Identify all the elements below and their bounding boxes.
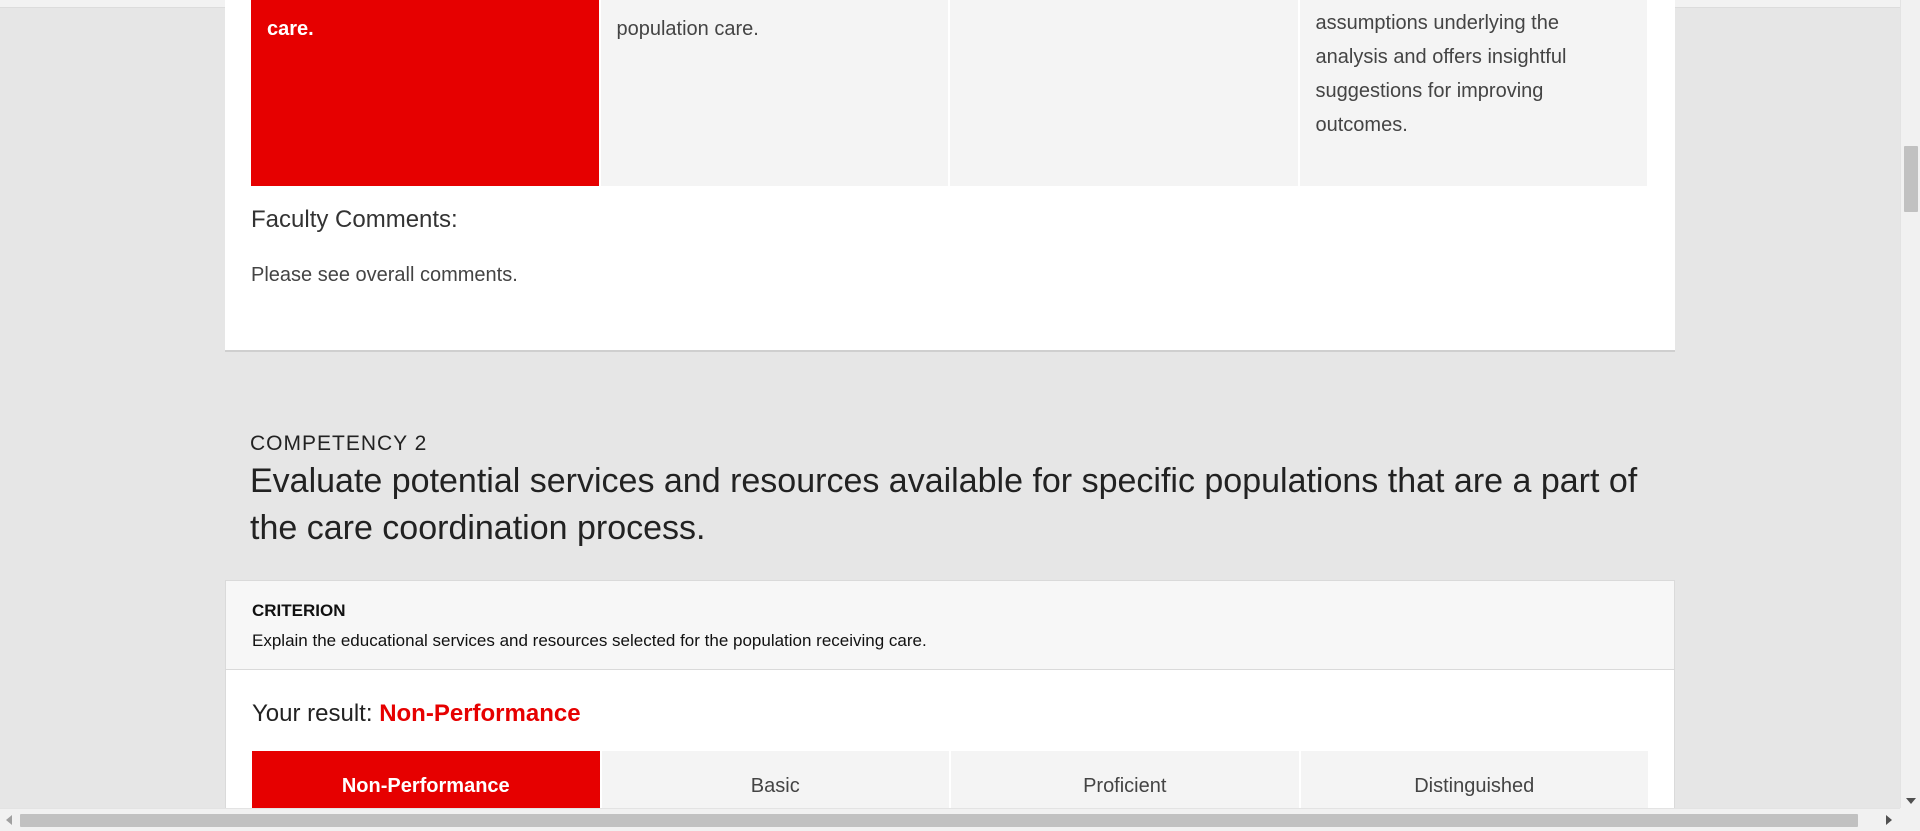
competency-2-card: CRITERION Explain the educational servic… — [225, 580, 1675, 808]
criterion-text: Explain the educational services and res… — [252, 631, 927, 650]
competency-title: Evaluate potential services and resource… — [250, 462, 1638, 547]
rubric-cell-proficient — [950, 0, 1298, 186]
level-proficient: Proficient — [951, 751, 1299, 808]
level-basic: Basic — [601, 751, 949, 808]
scroll-right-arrow-icon[interactable] — [1886, 815, 1892, 825]
horizontal-scroll-thumb[interactable] — [20, 814, 1858, 827]
result-line: Your result: Non-Performance — [252, 700, 581, 728]
competency-1-card: care. population care. assumptions under… — [225, 0, 1675, 352]
result-value: Non-Performance — [379, 700, 581, 727]
horizontal-scrollbar[interactable] — [0, 808, 1900, 831]
rubric-levels: Non-Performance Basic Proficient Disting… — [252, 751, 1648, 808]
faculty-comments-label: Faculty Comments: — [251, 206, 458, 233]
rubric-row: care. population care. assumptions under… — [251, 0, 1647, 186]
criterion-box: CRITERION Explain the educational servic… — [226, 581, 1674, 670]
level-non-performance: Non-Performance — [252, 751, 600, 808]
level-distinguished: Distinguished — [1300, 751, 1648, 808]
rubric-cell-distinguished: assumptions underlying the analysis and … — [1299, 0, 1647, 186]
faculty-comments-text: Please see overall comments. — [251, 264, 518, 286]
vertical-scroll-thumb[interactable] — [1904, 146, 1918, 212]
rubric-cell-text: assumptions underlying the analysis and … — [1315, 12, 1567, 136]
scroll-down-arrow-icon[interactable] — [1906, 798, 1916, 804]
result-prefix: Your result: — [252, 700, 373, 727]
competency-label: COMPETENCY 2 — [250, 432, 428, 455]
rubric-cell-basic: population care. — [600, 0, 948, 186]
vertical-scrollbar[interactable] — [1900, 0, 1920, 808]
page-viewport: care. population care. assumptions under… — [0, 0, 1900, 808]
criterion-label: CRITERION — [252, 601, 346, 620]
rubric-cell-text: care. — [267, 18, 314, 40]
rubric-cell-text: population care. — [616, 18, 759, 40]
rubric-cell-non-performance: care. — [251, 0, 599, 186]
scrollbar-corner — [1900, 808, 1920, 831]
scroll-left-arrow-icon[interactable] — [6, 815, 12, 825]
